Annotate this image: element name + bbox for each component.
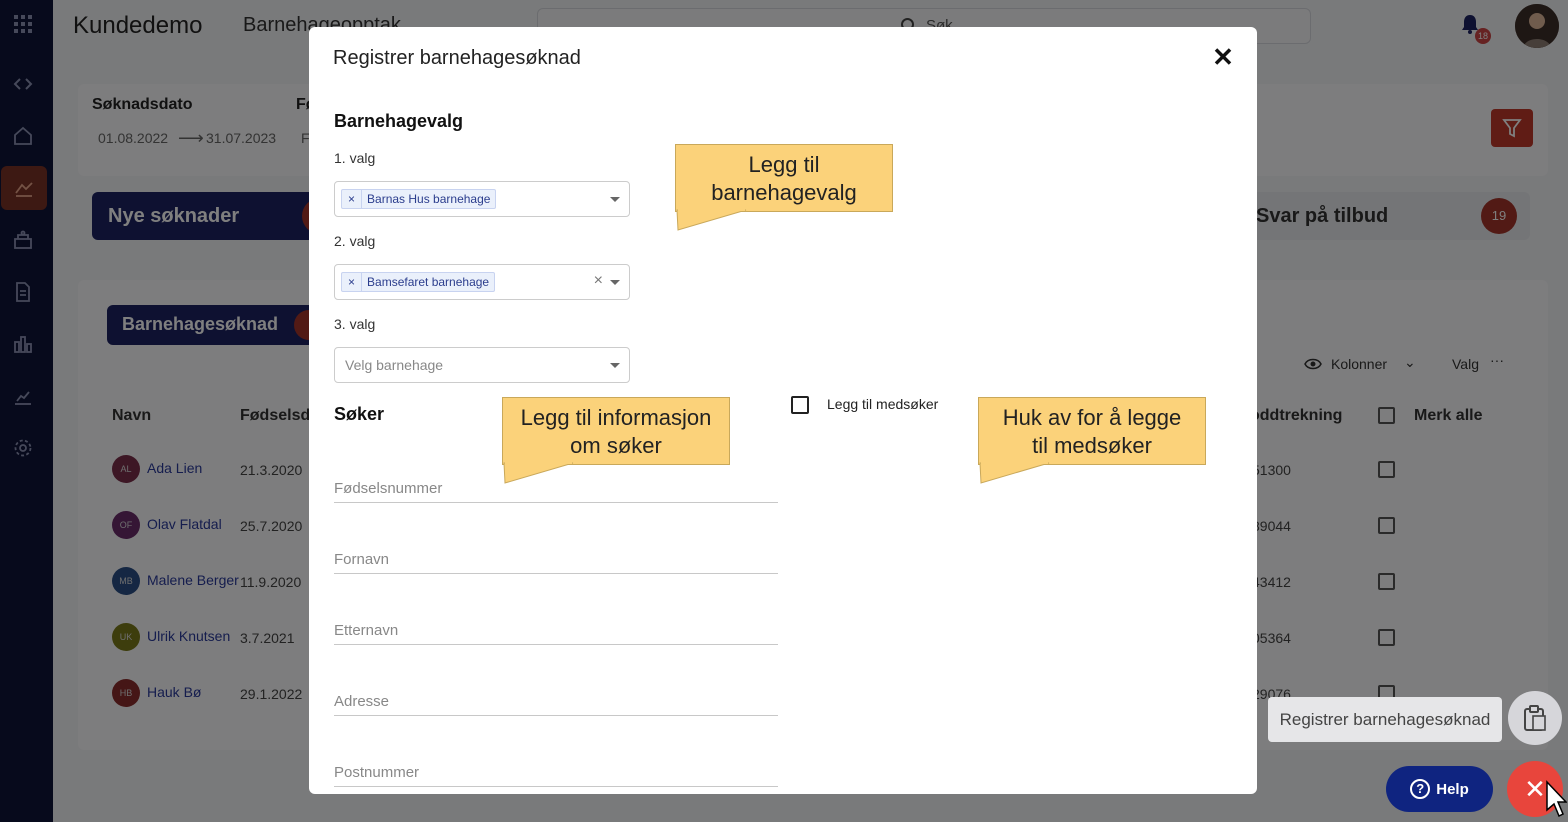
- choice-2-value: Bamsefaret barnehage: [367, 275, 490, 289]
- choice-3-select[interactable]: Velg barnehage: [334, 347, 630, 383]
- mouse-cursor-icon: [1546, 780, 1567, 818]
- choice-1-label: 1. valg: [334, 150, 376, 166]
- help-button[interactable]: ? Help: [1386, 766, 1493, 812]
- co-applicant-label: Legg til medsøker: [827, 396, 939, 412]
- callout-co-applicant: Huk av for å legge til medsøker: [978, 397, 1206, 465]
- last-name-placeholder: Etternavn: [334, 622, 399, 639]
- choice-1-tag: × Barnas Hus barnehage: [341, 189, 497, 209]
- choice-2-select[interactable]: × Bamsefaret barnehage ×: [334, 264, 630, 300]
- clear-icon[interactable]: ×: [594, 272, 603, 290]
- choice-2-label: 2. valg: [334, 233, 376, 249]
- callout-tail: [979, 462, 1050, 484]
- callout-co-line-2: til medsøker: [1032, 433, 1152, 458]
- chevron-down-icon[interactable]: [610, 363, 620, 368]
- postal-code-placeholder: Postnummer: [334, 764, 420, 781]
- address-field[interactable]: Adresse: [334, 693, 778, 716]
- chevron-down-icon[interactable]: [610, 280, 620, 285]
- choice-1-value: Barnas Hus barnehage: [367, 192, 491, 206]
- callout-choice-line-2: barnehagevalg: [711, 180, 857, 205]
- callout-applicant-line-1: Legg til informasjon: [520, 405, 712, 430]
- last-name-field[interactable]: Etternavn: [334, 622, 778, 645]
- callout-choice-line-1: Legg til: [748, 152, 820, 177]
- modal-title: Registrer barnehagesøknad: [333, 47, 581, 69]
- close-icon[interactable]: ✕: [1209, 43, 1237, 71]
- choice-3-placeholder: Velg barnehage: [345, 357, 444, 373]
- tag-remove-icon[interactable]: ×: [342, 273, 363, 291]
- first-name-field[interactable]: Fornavn: [334, 551, 778, 574]
- co-applicant-checkbox[interactable]: [791, 396, 809, 414]
- postal-code-field[interactable]: Postnummer: [334, 764, 778, 787]
- register-application-action-button[interactable]: [1508, 691, 1562, 745]
- clipboard-icon: [1524, 705, 1546, 731]
- first-name-placeholder: Fornavn: [334, 551, 390, 568]
- callout-co-line-1: Huk av for å legge: [1002, 405, 1182, 430]
- address-placeholder: Adresse: [334, 693, 390, 710]
- register-application-action-label[interactable]: Registrer barnehagesøknad: [1268, 697, 1502, 742]
- tag-remove-icon[interactable]: ×: [342, 190, 363, 208]
- callout-kindergarten-choice: Legg til barnehagevalg: [675, 144, 893, 212]
- choice-1-select[interactable]: × Barnas Hus barnehage: [334, 181, 630, 217]
- chevron-down-icon[interactable]: [610, 197, 620, 202]
- help-label: Help: [1436, 780, 1469, 798]
- choice-3-label: 3. valg: [334, 316, 376, 332]
- callout-tail: [503, 462, 574, 484]
- callout-applicant-info: Legg til informasjon om søker: [502, 397, 730, 465]
- close-icon: ✕: [1524, 774, 1546, 804]
- callout-applicant-line-2: om søker: [570, 433, 662, 458]
- help-question-icon: ?: [1410, 779, 1431, 799]
- choice-2-tag: × Bamsefaret barnehage: [341, 272, 496, 292]
- callout-tail: [676, 209, 747, 231]
- section-applicant: Søker: [334, 404, 385, 424]
- section-kindergarten-choice: Barnehagevalg: [334, 111, 464, 131]
